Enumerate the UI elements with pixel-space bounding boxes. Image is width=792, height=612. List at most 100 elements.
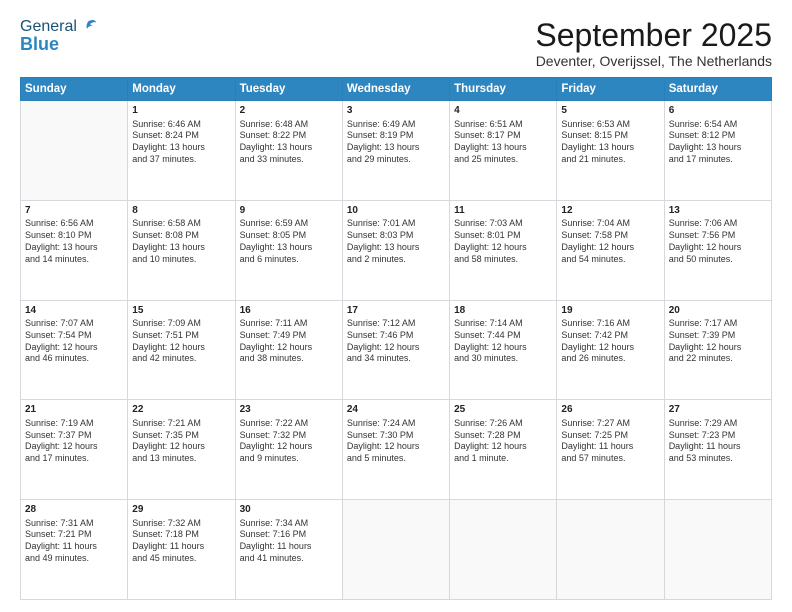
day-detail: Daylight: 12 hours <box>454 441 552 453</box>
day-number: 3 <box>347 104 445 118</box>
day-number: 2 <box>240 104 338 118</box>
col-thursday: Thursday <box>450 78 557 101</box>
day-detail: Daylight: 12 hours <box>561 342 659 354</box>
day-detail: Daylight: 11 hours <box>25 541 123 553</box>
table-row: 8Sunrise: 6:58 AMSunset: 8:08 PMDaylight… <box>128 200 235 300</box>
day-number: 22 <box>132 403 230 417</box>
day-detail: Sunset: 8:01 PM <box>454 230 552 242</box>
day-number: 12 <box>561 204 659 218</box>
calendar-week-row: 1Sunrise: 6:46 AMSunset: 8:24 PMDaylight… <box>21 101 772 201</box>
day-detail: Daylight: 13 hours <box>347 242 445 254</box>
day-detail: and 5 minutes. <box>347 453 445 465</box>
table-row: 23Sunrise: 7:22 AMSunset: 7:32 PMDayligh… <box>235 400 342 500</box>
table-row: 27Sunrise: 7:29 AMSunset: 7:23 PMDayligh… <box>664 400 771 500</box>
table-row: 14Sunrise: 7:07 AMSunset: 7:54 PMDayligh… <box>21 300 128 400</box>
table-row: 19Sunrise: 7:16 AMSunset: 7:42 PMDayligh… <box>557 300 664 400</box>
day-detail: Sunset: 8:05 PM <box>240 230 338 242</box>
table-row: 3Sunrise: 6:49 AMSunset: 8:19 PMDaylight… <box>342 101 449 201</box>
table-row: 5Sunrise: 6:53 AMSunset: 8:15 PMDaylight… <box>557 101 664 201</box>
day-detail: and 21 minutes. <box>561 154 659 166</box>
day-detail: and 14 minutes. <box>25 254 123 266</box>
day-detail: Daylight: 12 hours <box>669 342 767 354</box>
day-detail: and 25 minutes. <box>454 154 552 166</box>
day-number: 16 <box>240 304 338 318</box>
day-detail: Daylight: 13 hours <box>25 242 123 254</box>
logo-blue-text: Blue <box>20 34 59 55</box>
table-row: 21Sunrise: 7:19 AMSunset: 7:37 PMDayligh… <box>21 400 128 500</box>
day-detail: Sunset: 7:32 PM <box>240 430 338 442</box>
day-detail: Sunset: 8:22 PM <box>240 130 338 142</box>
table-row: 24Sunrise: 7:24 AMSunset: 7:30 PMDayligh… <box>342 400 449 500</box>
table-row <box>342 500 449 600</box>
day-number: 23 <box>240 403 338 417</box>
logo: General Blue <box>20 18 97 55</box>
table-row: 6Sunrise: 6:54 AMSunset: 8:12 PMDaylight… <box>664 101 771 201</box>
day-number: 28 <box>25 503 123 517</box>
table-row: 10Sunrise: 7:01 AMSunset: 8:03 PMDayligh… <box>342 200 449 300</box>
calendar-week-row: 7Sunrise: 6:56 AMSunset: 8:10 PMDaylight… <box>21 200 772 300</box>
calendar-week-row: 28Sunrise: 7:31 AMSunset: 7:21 PMDayligh… <box>21 500 772 600</box>
day-number: 17 <box>347 304 445 318</box>
day-detail: Daylight: 11 hours <box>669 441 767 453</box>
day-detail: Sunrise: 7:31 AM <box>25 518 123 530</box>
day-detail: and 57 minutes. <box>561 453 659 465</box>
day-detail: Sunrise: 7:24 AM <box>347 418 445 430</box>
table-row: 2Sunrise: 6:48 AMSunset: 8:22 PMDaylight… <box>235 101 342 201</box>
day-detail: Daylight: 12 hours <box>454 342 552 354</box>
day-detail: Sunrise: 7:03 AM <box>454 218 552 230</box>
day-detail: and 13 minutes. <box>132 453 230 465</box>
day-detail: Sunrise: 7:17 AM <box>669 318 767 330</box>
day-detail: Sunrise: 6:49 AM <box>347 119 445 131</box>
col-friday: Friday <box>557 78 664 101</box>
day-number: 30 <box>240 503 338 517</box>
day-detail: Daylight: 12 hours <box>132 441 230 453</box>
day-detail: Sunrise: 6:53 AM <box>561 119 659 131</box>
day-number: 29 <box>132 503 230 517</box>
day-detail: and 9 minutes. <box>240 453 338 465</box>
day-detail: and 38 minutes. <box>240 353 338 365</box>
day-detail: Sunrise: 7:34 AM <box>240 518 338 530</box>
table-row: 13Sunrise: 7:06 AMSunset: 7:56 PMDayligh… <box>664 200 771 300</box>
day-detail: Sunrise: 7:11 AM <box>240 318 338 330</box>
day-detail: Daylight: 13 hours <box>669 142 767 154</box>
table-row: 28Sunrise: 7:31 AMSunset: 7:21 PMDayligh… <box>21 500 128 600</box>
day-detail: Sunset: 7:18 PM <box>132 529 230 541</box>
table-row: 16Sunrise: 7:11 AMSunset: 7:49 PMDayligh… <box>235 300 342 400</box>
day-detail: Sunrise: 7:14 AM <box>454 318 552 330</box>
day-detail: Sunrise: 6:46 AM <box>132 119 230 131</box>
day-detail: Sunrise: 7:04 AM <box>561 218 659 230</box>
table-row: 22Sunrise: 7:21 AMSunset: 7:35 PMDayligh… <box>128 400 235 500</box>
day-detail: Sunrise: 6:54 AM <box>669 119 767 131</box>
day-detail: Daylight: 11 hours <box>561 441 659 453</box>
table-row: 7Sunrise: 6:56 AMSunset: 8:10 PMDaylight… <box>21 200 128 300</box>
day-detail: Sunset: 8:15 PM <box>561 130 659 142</box>
day-detail: and 29 minutes. <box>347 154 445 166</box>
day-number: 19 <box>561 304 659 318</box>
day-detail: Daylight: 12 hours <box>25 342 123 354</box>
table-row: 20Sunrise: 7:17 AMSunset: 7:39 PMDayligh… <box>664 300 771 400</box>
day-detail: Sunrise: 7:09 AM <box>132 318 230 330</box>
table-row: 25Sunrise: 7:26 AMSunset: 7:28 PMDayligh… <box>450 400 557 500</box>
day-detail: and 50 minutes. <box>669 254 767 266</box>
day-detail: Daylight: 13 hours <box>561 142 659 154</box>
location: Deventer, Overijssel, The Netherlands <box>535 53 772 69</box>
day-detail: Sunrise: 6:51 AM <box>454 119 552 131</box>
table-row: 4Sunrise: 6:51 AMSunset: 8:17 PMDaylight… <box>450 101 557 201</box>
day-detail: and 2 minutes. <box>347 254 445 266</box>
day-detail: Daylight: 12 hours <box>240 441 338 453</box>
day-detail: Sunrise: 7:32 AM <box>132 518 230 530</box>
day-number: 5 <box>561 104 659 118</box>
day-number: 21 <box>25 403 123 417</box>
day-detail: Sunset: 8:08 PM <box>132 230 230 242</box>
day-detail: Sunset: 7:25 PM <box>561 430 659 442</box>
day-detail: Sunset: 7:42 PM <box>561 330 659 342</box>
day-detail: Sunset: 8:03 PM <box>347 230 445 242</box>
table-row: 29Sunrise: 7:32 AMSunset: 7:18 PMDayligh… <box>128 500 235 600</box>
day-detail: Sunset: 7:54 PM <box>25 330 123 342</box>
day-detail: Sunrise: 6:59 AM <box>240 218 338 230</box>
day-detail: Daylight: 12 hours <box>561 242 659 254</box>
day-detail: Sunset: 7:49 PM <box>240 330 338 342</box>
day-detail: Sunset: 7:44 PM <box>454 330 552 342</box>
day-detail: and 34 minutes. <box>347 353 445 365</box>
day-detail: Daylight: 12 hours <box>669 242 767 254</box>
